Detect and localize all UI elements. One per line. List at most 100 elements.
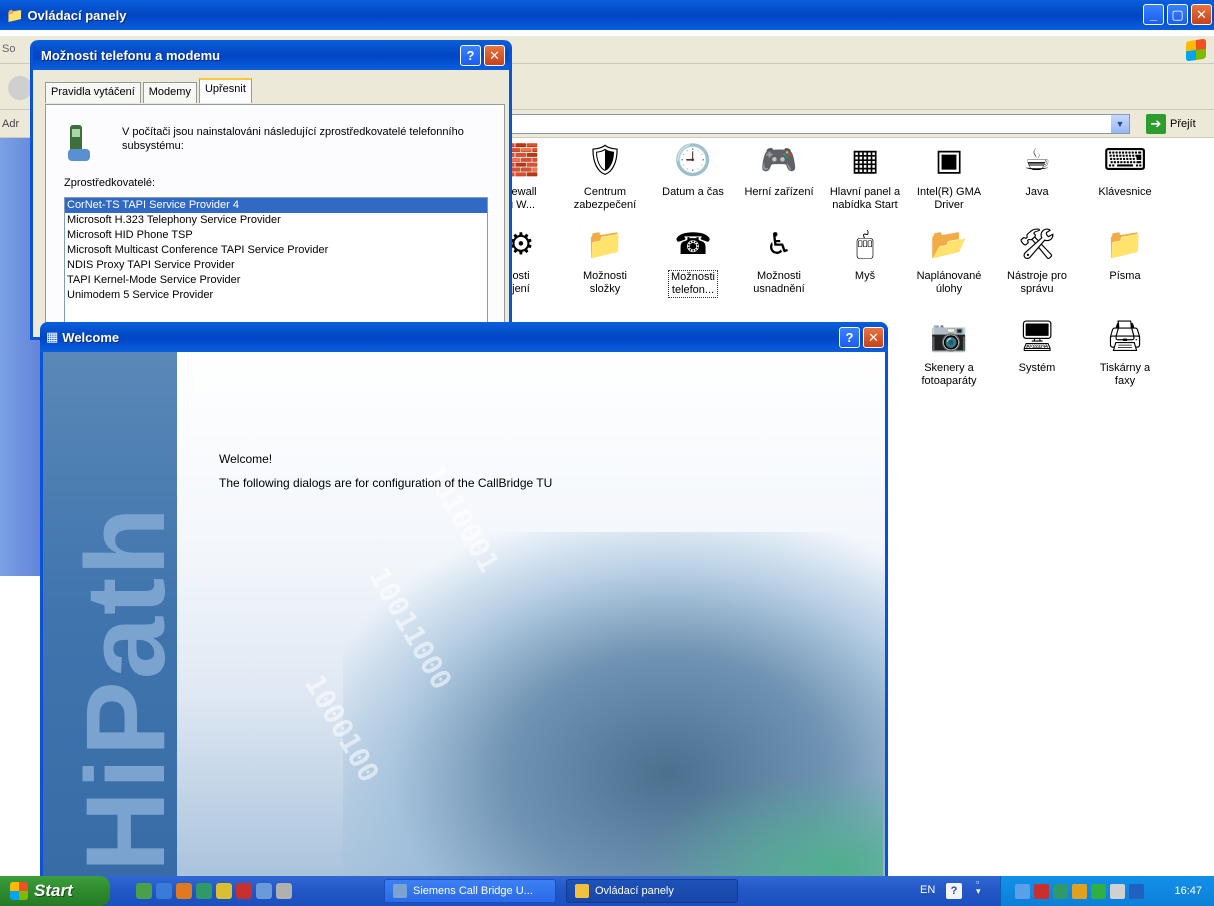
control-panel-item[interactable]: ▣ Intel(R) GMA Driver: [906, 140, 992, 212]
quicklaunch-desktop-icon[interactable]: [156, 883, 172, 899]
maximize-button[interactable]: ▢: [1167, 4, 1188, 25]
tab-modems[interactable]: Modemy: [142, 82, 197, 103]
system-tray: 16:47: [1000, 876, 1214, 906]
control-panel-item-label: osti jení: [512, 270, 530, 295]
quicklaunch-network-icon[interactable]: [136, 883, 152, 899]
task-siemens-callbridge[interactable]: Siemens Call Bridge U...: [384, 879, 556, 903]
language-help-icon[interactable]: ?: [946, 883, 962, 899]
task-control-panel[interactable]: Ovládací panely: [566, 879, 738, 903]
go-label: Přejít: [1170, 118, 1196, 130]
list-item[interactable]: NDIS Proxy TAPI Service Provider: [65, 258, 487, 273]
welcome-dialog-titlebar[interactable]: ▦ Welcome ? ✕: [40, 322, 888, 352]
control-panel-item[interactable]: ☕ Java: [994, 140, 1080, 199]
go-arrow-icon: ➔: [1146, 114, 1166, 134]
control-panel-item[interactable]: 🛡 Centrum zabezpečení: [562, 140, 648, 212]
background-photo-accent: [643, 772, 883, 878]
control-panel-title: Ovládací panely: [27, 7, 127, 23]
tray-network-icon[interactable]: [1015, 883, 1030, 899]
language-options-icon[interactable]: ▫ ▾: [976, 878, 981, 896]
tray-generic-icon[interactable]: [1110, 883, 1125, 899]
close-button[interactable]: ✕: [1191, 4, 1212, 25]
taskbar: Start Siemens Call Bridge U... Ovládací …: [0, 876, 1214, 906]
go-button[interactable]: ➔ Přejít: [1146, 114, 1196, 134]
control-panel-item[interactable]: 🖱 Myš: [822, 224, 908, 283]
control-panel-item-label: Tiskárny a faxy: [1099, 362, 1151, 387]
tray-update-icon[interactable]: [1091, 883, 1106, 899]
tray-volume-icon[interactable]: [1034, 883, 1049, 899]
modem-dialog-titlebar[interactable]: Možnosti telefonu a modemu ? ✕: [33, 40, 509, 70]
quicklaunch-save-icon[interactable]: [216, 883, 232, 899]
app-icon: ▦: [46, 329, 59, 344]
control-panel-item-label: Hlavní panel a nabídka Start: [829, 186, 901, 211]
hipath-logo-text: HiPath: [63, 505, 177, 872]
providers-list[interactable]: CorNet-TS TAPI Service Provider 4 Micros…: [64, 197, 488, 337]
list-item[interactable]: CorNet-TS TAPI Service Provider 4: [65, 198, 487, 213]
control-panel-item[interactable]: ☎ Možnosti telefon...: [650, 224, 736, 298]
control-panel-item[interactable]: 📷 Skenery a fotoaparáty: [906, 316, 992, 388]
list-item[interactable]: TAPI Kernel-Mode Service Provider: [65, 273, 487, 288]
modem-options-dialog: Možnosti telefonu a modemu ? ✕ Pravidla …: [30, 40, 512, 340]
address-label: Adr: [2, 117, 20, 130]
control-panel-item[interactable]: 🎮 Herní zařízení: [736, 140, 822, 199]
list-item[interactable]: Microsoft HID Phone TSP: [65, 228, 487, 243]
tray-app-icon[interactable]: [1053, 883, 1068, 899]
control-panel-item-label: Možnosti telefon...: [667, 270, 719, 298]
control-panel-item[interactable]: 🛠 Nástroje pro správu: [994, 224, 1080, 296]
control-panel-item[interactable]: ⌨ Klávesnice: [1082, 140, 1168, 199]
list-item[interactable]: Microsoft H.323 Telephony Service Provid…: [65, 213, 487, 228]
help-button[interactable]: ?: [839, 327, 860, 348]
control-panel-item[interactable]: 🖥 Systém: [994, 316, 1080, 375]
start-button[interactable]: Start: [0, 876, 110, 906]
quicklaunch-explorer-icon[interactable]: [256, 883, 272, 899]
quicklaunch-window-icon[interactable]: [276, 883, 292, 899]
quicklaunch-app-icon[interactable]: [196, 883, 212, 899]
task-label: Siemens Call Bridge U...: [413, 885, 533, 897]
list-item[interactable]: Microsoft Multicast Conference TAPI Serv…: [65, 243, 487, 258]
control-panel-item[interactable]: ♿ Možnosti usnadnění: [736, 224, 822, 296]
control-panel-item[interactable]: 📂 Naplánované úlohy: [906, 224, 992, 296]
control-panel-item[interactable]: 🕘 Datum a čas: [650, 140, 736, 199]
keyboard-icon: ⌨: [1103, 143, 1147, 177]
phone-modem-icon: ☎: [674, 227, 712, 261]
intel-gma-icon: ▣: [934, 143, 964, 177]
language-indicator[interactable]: EN: [920, 884, 935, 896]
quicklaunch-firefox-icon[interactable]: [176, 883, 192, 899]
back-button-icon[interactable]: [8, 76, 32, 100]
list-item[interactable]: Unimodem 5 Service Provider: [65, 288, 487, 303]
help-button[interactable]: ?: [460, 45, 481, 66]
control-panel-item-label: Skenery a fotoaparáty: [921, 362, 977, 387]
quicklaunch-tool-icon[interactable]: [236, 883, 252, 899]
mouse-icon: 🖱: [856, 227, 874, 261]
control-panel-item[interactable]: 🖨 Tiskárny a faxy: [1082, 316, 1168, 388]
printers-faxes-icon: 🖨: [1105, 319, 1145, 353]
control-panel-item[interactable]: 📁 Písma: [1082, 224, 1168, 283]
menubar-partial-label[interactable]: So: [2, 43, 15, 55]
security-center-icon: 🛡: [585, 143, 625, 177]
control-panel-titlebar[interactable]: 📁 Ovládací panely _ ▢ ✕: [0, 0, 1214, 30]
control-panel-item-label: Klávesnice: [1098, 186, 1152, 198]
tray-monitor-icon[interactable]: [1129, 883, 1144, 899]
control-panel-item-label: Intel(R) GMA Driver: [916, 186, 982, 211]
control-panel-item[interactable]: 📁 Možnosti složky: [562, 224, 648, 296]
control-panel-item-label: Nástroje pro správu: [1007, 270, 1067, 295]
tab-dialing-rules[interactable]: Pravidla vytáčení: [45, 82, 141, 103]
welcome-dialog: ▦ Welcome ? ✕ HiPath 10011000 1000100 10…: [40, 322, 888, 878]
control-panel-item-label: Datum a čas: [662, 186, 724, 198]
control-panel-item-label: Možnosti usnadnění: [753, 270, 805, 295]
tray-messenger-icon[interactable]: [1072, 883, 1087, 899]
close-button[interactable]: ✕: [863, 327, 884, 348]
welcome-heading: Welcome!: [219, 452, 273, 466]
control-panel-item-label: Herní zařízení: [744, 186, 814, 198]
minimize-button[interactable]: _: [1143, 4, 1164, 25]
clock: 16:47: [1174, 885, 1202, 897]
control-panel-item-label: Naplánované úlohy: [916, 270, 982, 295]
welcome-dialog-title: Welcome: [62, 329, 120, 345]
taskbar-start-icon: ▦: [850, 143, 880, 177]
windows-logo-icon: [1186, 38, 1206, 62]
address-dropdown-icon[interactable]: ▼: [1111, 115, 1129, 133]
control-panel-item[interactable]: ▦ Hlavní panel a nabídka Start: [822, 140, 908, 212]
providers-intro: V počítači jsou nainstalováni následujíc…: [122, 126, 464, 152]
tab-advanced[interactable]: Upřesnit: [198, 78, 252, 103]
windows-flag-icon: [10, 882, 28, 900]
close-button[interactable]: ✕: [484, 45, 505, 66]
